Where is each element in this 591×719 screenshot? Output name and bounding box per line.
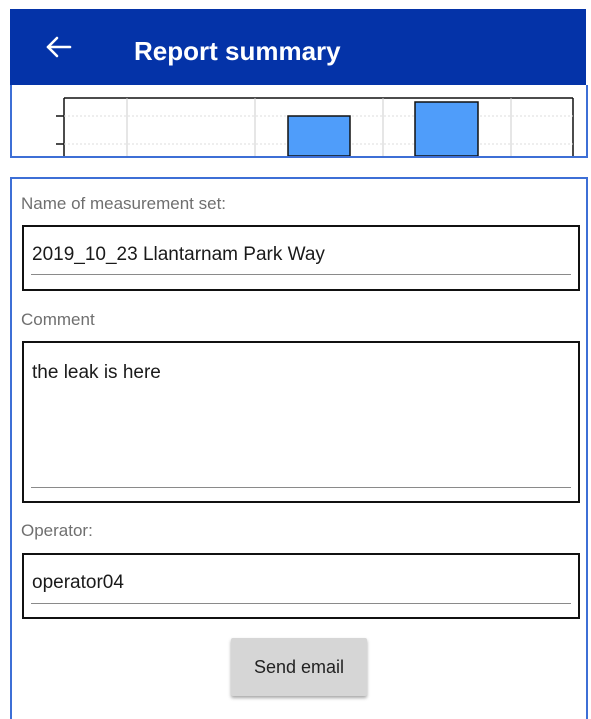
input-underline: [31, 274, 571, 275]
input-underline: [31, 603, 571, 604]
operator-label: Operator:: [21, 521, 93, 540]
comment-value: the leak is here: [32, 362, 161, 383]
send-email-button[interactable]: Send email: [231, 638, 367, 696]
chart-bar: [414, 101, 479, 156]
arrow-left-icon[interactable]: [44, 33, 74, 61]
report-form: Name of measurement set: 2019_10_23 Llan…: [10, 177, 588, 719]
measurement-set-name-field[interactable]: 2019_10_23 Llantarnam Park Way: [22, 225, 580, 291]
measurement-set-name-value: 2019_10_23 Llantarnam Park Way: [32, 244, 325, 265]
input-underline: [31, 487, 571, 488]
chart-preview: [10, 85, 588, 158]
page-title: Report summary: [134, 36, 341, 66]
app-bar: Report summary: [10, 9, 586, 85]
name-label: Name of measurement set:: [21, 194, 227, 213]
operator-field[interactable]: operator04: [22, 553, 580, 619]
bar-chart: [56, 97, 574, 156]
operator-value: operator04: [32, 572, 124, 593]
chart-bar: [287, 115, 351, 156]
comment-label: Comment: [21, 310, 95, 329]
comment-field[interactable]: the leak is here: [22, 341, 580, 503]
